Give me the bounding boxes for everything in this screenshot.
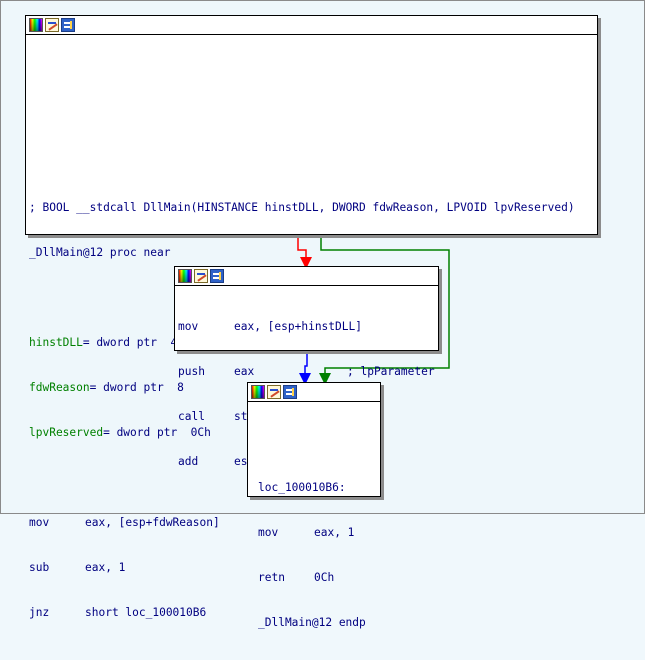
block-header <box>175 267 438 286</box>
color-icon[interactable] <box>29 18 43 32</box>
graph-icon[interactable] <box>210 269 224 283</box>
mnemonic: push <box>178 365 205 378</box>
location-label[interactable]: loc_100010B6: <box>258 480 380 495</box>
color-icon[interactable] <box>178 269 192 283</box>
stack-var-name[interactable]: fdwReason <box>29 381 90 394</box>
operands[interactable]: short loc_100010B6 <box>85 606 206 619</box>
color-icon[interactable] <box>251 385 265 399</box>
mnemonic: mov <box>258 526 279 539</box>
mnemonic: jnz <box>29 606 50 619</box>
operands[interactable]: 0Ch <box>314 571 334 584</box>
mnemonic: retn <box>258 571 285 584</box>
operands[interactable]: eax, [esp+hinstDLL] <box>234 320 362 333</box>
block-header <box>248 383 380 402</box>
instruction-line: mov eax, [esp+hinstDLL] <box>178 319 438 334</box>
graph-icon[interactable] <box>61 18 75 32</box>
proc-declaration: _DllMain@12 proc near <box>29 246 171 259</box>
graph-view-canvas[interactable]: ; BOOL __stdcall DllMain(HINSTANCE hinst… <box>0 0 645 629</box>
stack-var-name[interactable]: lpvReserved <box>29 426 103 439</box>
mnemonic: mov <box>29 516 50 529</box>
block-header <box>26 16 597 35</box>
stack-var-def: = dword ptr 4 <box>82 336 178 349</box>
endp-line: _DllMain@12 endp <box>258 616 366 629</box>
operands[interactable]: eax, 1 <box>85 561 125 574</box>
instruction-line: push eax; lpParameter <box>178 364 438 379</box>
instruction-line: mov eax, 1 <box>258 525 380 540</box>
mnemonic: sub <box>29 561 50 574</box>
basic-block-call-start[interactable]: mov eax, [esp+hinstDLL] push eax; lpParame… <box>174 266 439 468</box>
comment: ; lpParameter <box>347 365 435 378</box>
operands[interactable]: eax <box>234 364 347 379</box>
instruction-line: retn 0Ch <box>258 570 380 585</box>
rename-icon[interactable] <box>45 18 59 32</box>
basic-block-loc-100010b6[interactable]: loc_100010B6: mov eax, 1 retn 0Ch _DllMain… <box>247 382 381 629</box>
stack-var-def: = dword ptr 8 <box>89 381 184 394</box>
graph-icon[interactable] <box>283 385 297 399</box>
mnemonic: add <box>178 455 199 468</box>
mnemonic: mov <box>178 320 199 333</box>
operands[interactable]: eax, [esp+fdwReason] <box>85 516 220 529</box>
mnemonic: call <box>178 410 205 423</box>
stack-var-name[interactable]: hinstDLL <box>29 336 83 349</box>
basic-block-dllmain-entry[interactable]: ; BOOL __stdcall DllMain(HINSTANCE hinst… <box>25 15 598 619</box>
function-prototype-comment: ; BOOL __stdcall DllMain(HINSTANCE hinst… <box>29 201 575 214</box>
operands[interactable]: eax, 1 <box>314 526 354 539</box>
rename-icon[interactable] <box>267 385 281 399</box>
rename-icon[interactable] <box>194 269 208 283</box>
